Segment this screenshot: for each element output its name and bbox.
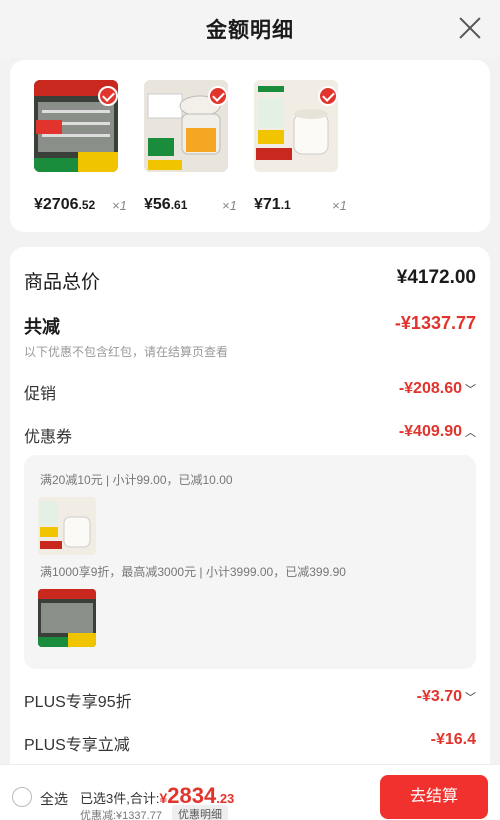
plus-direct-value: -¥16.4 [430,731,476,748]
select-all-radio[interactable] [12,787,32,807]
total-price-value: ¥4172.00 [396,267,476,288]
product-price: ¥56.61 [144,196,188,213]
saved-amount: 优惠减:¥1337.77 [80,810,162,820]
plus-direct-label: PLUS专享立减 [24,737,130,754]
product-strip: ¥2706.52 ×1 ¥56.61 ×1 ¥71.1 ×1 [10,60,490,232]
coupon-row[interactable]: 优惠券 -¥409.90 ︿ [24,423,476,449]
plus-95-value: -¥3.70 ﹀ [416,688,476,705]
coupon-detail-box: 满20减10元 | 小计99.00，已减10.00 满1000享9折，最高减30… [24,455,476,669]
coupon-line: 满20减10元 | 小计99.00，已减10.00 [40,473,233,487]
total-discount-label: 共减 [24,317,60,337]
plus-95-label: PLUS专享95折 [24,694,132,711]
chevron-down-icon: ﹀ [465,692,476,704]
page-title: 金额明细 [206,19,294,42]
checkout-bar: 全选 已选3件,合计:¥2834.23 优惠减:¥1337.77 优惠明细 去结… [0,764,500,820]
selected-check-icon[interactable] [98,86,118,106]
dishwasher-thumbnail [38,589,96,647]
select-all-label[interactable]: 全选 [40,789,68,809]
selected-check-icon[interactable] [208,86,228,106]
price-detail-card: 商品总价 ¥4172.00 共减 -¥1337.77 以下优惠不包含红包，请在结… [10,247,490,820]
total-discount-row: 共减 -¥1337.77 [24,313,476,339]
product-price: ¥2706.52 [34,196,96,213]
chevron-up-icon: ︿ [465,427,476,439]
chevron-down-icon: ﹀ [465,384,476,396]
product-qty: ×1 [112,198,127,213]
total-discount-value: -¥1337.77 [394,313,476,333]
promo-value: -¥208.60 ﹀ [398,380,476,397]
product-qty: ×1 [332,198,347,213]
discount-detail-badge[interactable]: 优惠明细 [172,805,228,820]
promo-row[interactable]: 促销 -¥208.60 ﹀ [24,380,476,406]
plus-direct-row: PLUS专享立减 -¥16.4 [24,731,476,757]
coupon-line: 满1000享9折，最高减3000元 | 小计3999.00，已减399.90 [40,565,346,579]
close-icon[interactable] [458,16,482,40]
product-qty: ×1 [222,198,237,213]
plus-95-row[interactable]: PLUS专享95折 -¥3.70 ﹀ [24,688,476,714]
discount-note: 以下优惠不包含红包，请在结算页查看 [24,345,229,359]
promo-label: 促销 [24,386,57,403]
total-price-row: 商品总价 ¥4172.00 [24,267,476,293]
total-price-label: 商品总价 [24,272,101,293]
header: 金额明细 [0,0,500,58]
kettle-thumbnail [38,497,96,555]
checkout-button[interactable]: 去结算 [380,775,488,819]
selected-check-icon[interactable] [318,86,338,106]
product-price: ¥71.1 [254,196,291,213]
coupon-label: 优惠券 [24,429,73,446]
coupon-value: -¥409.90 ︿ [398,423,476,440]
